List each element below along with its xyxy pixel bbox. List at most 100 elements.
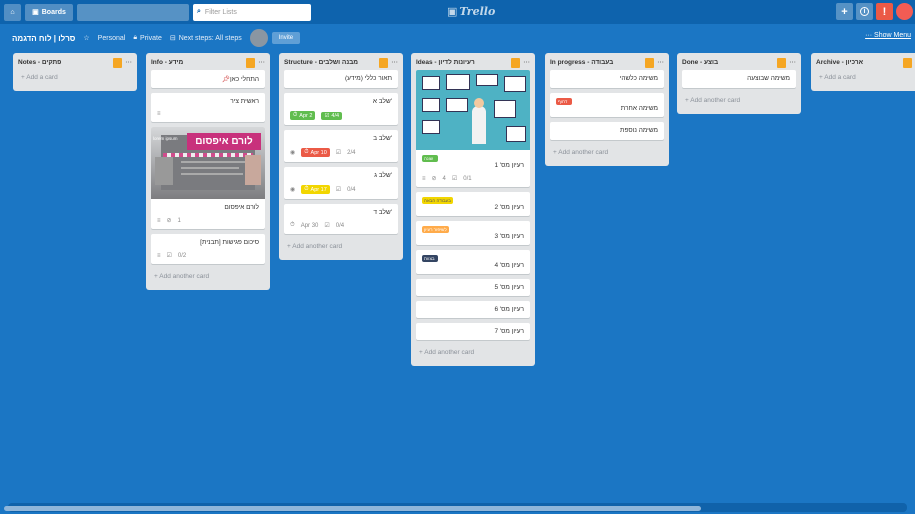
card-cover-image: לורם איפסום lorem ipsum	[151, 127, 265, 199]
star-button[interactable]: ☆	[83, 34, 89, 42]
add-card-button[interactable]: + Add a card	[18, 70, 132, 85]
list-header[interactable]: Info - מידע ···	[151, 55, 265, 70]
list-header[interactable]: Archive - ארכיון	[816, 55, 915, 70]
card[interactable]: משימה נוספת	[550, 122, 664, 140]
card[interactable]: בצוות רעיון מס' 4	[416, 250, 530, 274]
powerup-next-steps[interactable]: ⊟ Next steps: All steps	[169, 34, 242, 43]
list-structure: Structure - מבנה ושלבים ··· תאור כללי (מי…	[279, 53, 403, 260]
list-badge-icon	[112, 57, 122, 68]
checklist-icon: ☑	[324, 223, 330, 229]
card[interactable]: שלב ב' ◉ ⏱︎ Apr 10 ☑ 2/4	[284, 130, 398, 162]
show-menu-link[interactable]: ··· Show Menu	[865, 32, 911, 39]
privacy-button[interactable]: 🔒︎ Private	[133, 34, 162, 42]
pin-icon: 📌︎	[221, 76, 230, 83]
home-button[interactable]: ⌂	[4, 3, 21, 21]
checklist-icon: ☑	[335, 150, 342, 156]
boards-button[interactable]: ▣ Boards	[25, 3, 73, 21]
card[interactable]: לשיפור רעיון רעיון מס' 3	[416, 221, 530, 245]
list-menu-icon[interactable]: ···	[259, 59, 266, 66]
card[interactable]: שלב א' ⏱︎ Apr 2 ☑ 4/4	[284, 93, 398, 125]
list-archive: Archive - ארכיון + Add a card	[811, 53, 915, 91]
checklist-icon: ☑	[451, 176, 458, 182]
list-header[interactable]: Notes - פתקים ···	[18, 55, 132, 70]
description-icon: ≡	[157, 252, 161, 259]
card[interactable]: רעיון מס' 7	[416, 323, 530, 340]
notifications-button[interactable]: !	[876, 3, 893, 20]
list-badge-icon	[245, 57, 255, 68]
list-menu-icon[interactable]: ···	[392, 59, 399, 66]
card[interactable]: בעבודה הבאה רעיון מס' 2	[416, 192, 530, 216]
clock-icon: ⏱︎	[304, 149, 309, 155]
list-header[interactable]: Structure - מבנה ושלבים ···	[284, 55, 398, 70]
add-card-button[interactable]: + Add another card	[416, 345, 530, 360]
list-done: Done - בוצע ··· משימה שבוצעה + Add anothe…	[677, 53, 801, 114]
add-card-button[interactable]: + Add another card	[284, 239, 398, 254]
powerup-icon: ⊟	[169, 35, 176, 42]
list-info: Info - מידע ··· 📌︎התחלי כאן ראשית ציר ≡ לו…	[146, 53, 270, 290]
info-button[interactable]: i	[856, 3, 873, 20]
add-card-button[interactable]: + Add another card	[151, 269, 265, 284]
card[interactable]: ראשית ציר ≡	[151, 93, 265, 122]
user-avatar[interactable]	[896, 3, 913, 20]
card[interactable]: סיכום פגישות [תבנית] ≡ ☑ 0/2	[151, 234, 265, 264]
card[interactable]: שלב ד' ⏱︎ Apr 30 ☑ 0/4	[284, 204, 398, 234]
list-menu-icon[interactable]: ···	[790, 59, 797, 66]
watch-icon: ◉	[290, 187, 296, 193]
description-icon: ≡	[157, 217, 161, 224]
list-badge-icon	[903, 57, 912, 68]
trello-logo[interactable]: ▣ Trello	[447, 5, 495, 18]
due-date-badge: ⏱︎ Apr 10	[301, 148, 330, 157]
add-card-button[interactable]: + Add another card	[550, 145, 664, 160]
home-icon: ⌂	[10, 8, 15, 16]
attachment-icon: ⊘	[431, 176, 437, 182]
add-card-button[interactable]: + Add another card	[682, 93, 796, 108]
list-menu-icon[interactable]: ···	[524, 59, 531, 66]
filter-lists-field[interactable]: ⌕ Filter Lists	[193, 3, 311, 21]
list-menu-icon[interactable]: ···	[126, 59, 133, 66]
team-visibility[interactable]: Personal	[98, 35, 126, 42]
attachment-icon: ⊘	[166, 218, 172, 224]
card[interactable]: משימה שבוצעה	[682, 70, 796, 88]
list-badge-icon	[510, 57, 520, 68]
checklist-icon: ☑	[166, 253, 172, 259]
invite-button[interactable]: Invite	[271, 32, 301, 44]
trello-logo-icon: ▣	[447, 5, 458, 18]
list-header[interactable]: Ideas - רעיונות לדיון ···	[416, 55, 530, 70]
boards-icon: ▣	[32, 9, 39, 16]
due-date-badge: ⏱︎ Apr 17	[301, 185, 330, 194]
card-cover-illustration	[416, 70, 530, 150]
board-title[interactable]: סרלו | לוח הדגמה	[12, 34, 75, 43]
card[interactable]: משימה כלשהי	[550, 70, 664, 88]
list-badge-icon	[378, 57, 388, 68]
create-button[interactable]: +	[836, 3, 853, 20]
list-in-progress: In progress - בעבודה ··· משימה כלשהי דחוף…	[545, 53, 669, 166]
clock-icon: ⏱︎	[293, 112, 298, 118]
due-date-badge: ⏱︎ Apr 2	[290, 111, 316, 120]
board-header: סרלו | לוח הדגמה ☆ Personal 🔒︎ Private ⊟ N…	[0, 26, 915, 50]
card[interactable]: רעיון מס' 5	[416, 279, 530, 296]
card[interactable]: שלב ג' ◉ ⏱︎ Apr 17 ☑ 0/4	[284, 167, 398, 199]
watch-icon: ◉	[290, 150, 296, 156]
list-header[interactable]: Done - בוצע ···	[682, 55, 796, 70]
list-ideas: Ideas - רעיונות לדיון ··· שונה רעיון מס' …	[411, 53, 535, 366]
checklist-badge: ☑ 4/4	[321, 111, 343, 120]
card[interactable]: תאור כללי (מידע)	[284, 70, 398, 88]
search-input[interactable]	[77, 3, 189, 21]
card[interactable]: 📌︎התחלי כאן	[151, 70, 265, 88]
description-icon: ≡	[422, 175, 426, 182]
checklist-icon: ☑	[324, 112, 330, 119]
card[interactable]: דחוף משימה אחרת	[550, 93, 664, 117]
list-badge-icon	[776, 57, 786, 68]
dots-icon: ···	[865, 32, 875, 39]
clock-icon: ⏱︎	[304, 186, 309, 192]
member-avatar[interactable]	[249, 29, 268, 47]
card[interactable]: לורם איפסום lorem ipsum לורם איפסום ≡ ⊘ 1	[151, 127, 265, 229]
scrollbar-thumb[interactable]	[4, 506, 701, 511]
card[interactable]: שונה רעיון מס' 1 ≡ ⊘ 4 ☑ 0/1	[416, 70, 530, 187]
description-icon: ≡	[157, 111, 161, 117]
info-icon: i	[860, 7, 869, 16]
card[interactable]: רעיון מס' 6	[416, 301, 530, 318]
list-menu-icon[interactable]: ···	[658, 59, 665, 66]
list-header[interactable]: In progress - בעבודה ···	[550, 55, 664, 70]
add-card-button[interactable]: + Add a card	[816, 70, 915, 85]
